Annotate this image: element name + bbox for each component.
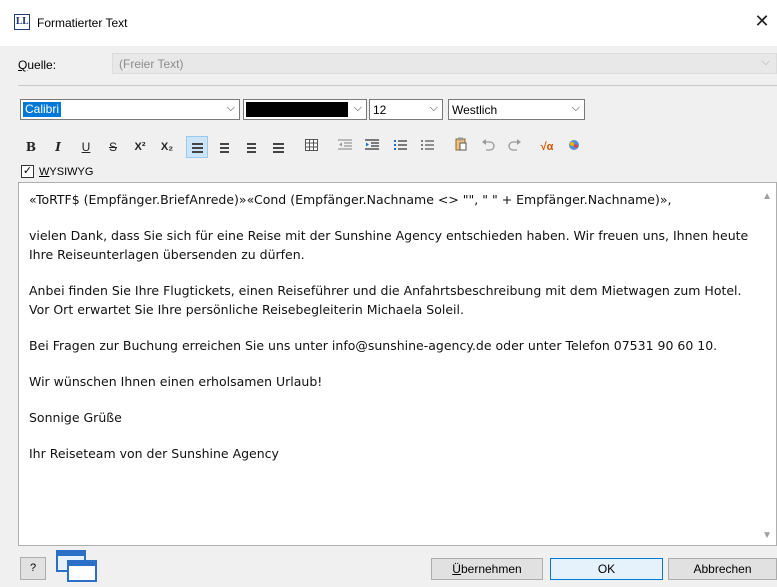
bold-button[interactable]: B xyxy=(20,136,42,158)
close-icon[interactable]: ✕ xyxy=(753,12,771,30)
paint-icon xyxy=(569,140,579,150)
paragraph: Ihr Reiseteam von der Sunshine Agency xyxy=(29,446,279,461)
indent-icon xyxy=(365,139,379,150)
undo-button[interactable] xyxy=(477,136,499,158)
redo-icon xyxy=(508,139,521,151)
decrease-indent-button[interactable] xyxy=(334,136,356,158)
help-icon: ? xyxy=(29,562,37,574)
superscript-button[interactable]: X² xyxy=(129,136,151,158)
paragraph: Sonnige Grüße xyxy=(29,410,122,425)
wysiwyg-label: WYSIWYG xyxy=(39,166,94,178)
strikethrough-button[interactable]: S xyxy=(102,136,124,158)
table-button[interactable] xyxy=(300,136,322,158)
checkbox-box[interactable]: ✓ xyxy=(21,165,34,178)
paragraph: Wir wünschen Ihnen einen erholsamen Urla… xyxy=(29,374,323,389)
color-picker-button[interactable] xyxy=(563,136,585,158)
title-bar: LL Formatierter Text ✕ xyxy=(0,0,777,46)
underline-button[interactable]: U xyxy=(75,136,97,158)
paragraph: vielen Dank, dass Sie sich für eine Reis… xyxy=(29,228,749,262)
source-select: (Freier Text) ⌵ xyxy=(112,53,777,74)
window-arrange-icon[interactable] xyxy=(54,549,100,583)
outdent-icon xyxy=(338,139,352,150)
paste-button[interactable] xyxy=(450,136,472,158)
italic-button[interactable]: I xyxy=(47,136,69,158)
justify-button[interactable] xyxy=(267,136,289,158)
paragraph: Bei Fragen zur Buchung erreichen Sie uns… xyxy=(29,338,718,353)
color-swatch xyxy=(246,102,348,117)
paragraph: Anbei finden Sie Ihre Flugtickets, einen… xyxy=(29,283,742,317)
align-right-button[interactable] xyxy=(240,136,262,158)
table-icon xyxy=(304,139,318,151)
chevron-down-icon: ⌵ xyxy=(226,102,235,114)
font-family-value: Calibri xyxy=(23,102,62,117)
chevron-down-icon: ⌵ xyxy=(761,56,770,68)
cancel-button[interactable]: Abbrechen xyxy=(668,558,777,580)
bullet-list-icon xyxy=(421,140,434,150)
source-value: (Freier Text) xyxy=(119,57,184,71)
scroll-up-icon[interactable]: ▲ xyxy=(762,191,772,202)
numbered-list-icon xyxy=(394,140,407,150)
font-family-select[interactable]: Calibri ⌵ xyxy=(20,99,240,120)
chevron-down-icon: ⌵ xyxy=(571,102,580,114)
font-color-select[interactable]: ⌵ xyxy=(243,99,367,120)
formula-button[interactable]: √α xyxy=(536,136,558,158)
increase-indent-button[interactable] xyxy=(361,136,383,158)
redo-button[interactable] xyxy=(504,136,526,158)
chevron-down-icon: ⌵ xyxy=(353,102,362,114)
subscript-button[interactable]: X₂ xyxy=(156,136,178,158)
charset-select[interactable]: Westlich ⌵ xyxy=(448,99,585,120)
editor-content[interactable]: «ToRTF$ (Empfänger.BriefAnrede)»«Cond (E… xyxy=(29,190,749,480)
align-right-icon xyxy=(246,142,256,153)
bullet-list-button[interactable] xyxy=(416,136,438,158)
scroll-down-icon[interactable]: ▼ xyxy=(762,530,772,541)
font-size-select[interactable]: 12 ⌵ xyxy=(369,99,443,120)
help-button[interactable]: ? xyxy=(20,557,46,580)
align-left-icon xyxy=(191,142,203,153)
apply-button[interactable]: Übernehmen xyxy=(431,558,543,580)
source-label: Quelle: xyxy=(18,58,57,72)
clipboard-icon xyxy=(455,137,467,151)
rich-text-editor[interactable]: «ToRTF$ (Empfänger.BriefAnrede)»«Cond (E… xyxy=(18,182,777,546)
chevron-down-icon: ⌵ xyxy=(429,102,438,114)
align-left-button[interactable] xyxy=(186,136,208,158)
paragraph: «ToRTF$ (Empfänger.BriefAnrede)»«Cond (E… xyxy=(29,192,672,207)
overlapping-windows-icon xyxy=(56,550,97,582)
app-icon: LL xyxy=(14,14,30,30)
justify-icon xyxy=(272,142,284,153)
undo-icon xyxy=(482,139,495,151)
divider xyxy=(18,85,777,86)
align-center-button[interactable] xyxy=(213,136,235,158)
align-center-icon xyxy=(219,142,229,153)
charset-value: Westlich xyxy=(452,103,498,117)
ok-button[interactable]: OK xyxy=(550,558,663,580)
font-size-value: 12 xyxy=(373,103,387,117)
numbered-list-button[interactable] xyxy=(389,136,411,158)
window-title: Formatierter Text xyxy=(37,16,128,30)
